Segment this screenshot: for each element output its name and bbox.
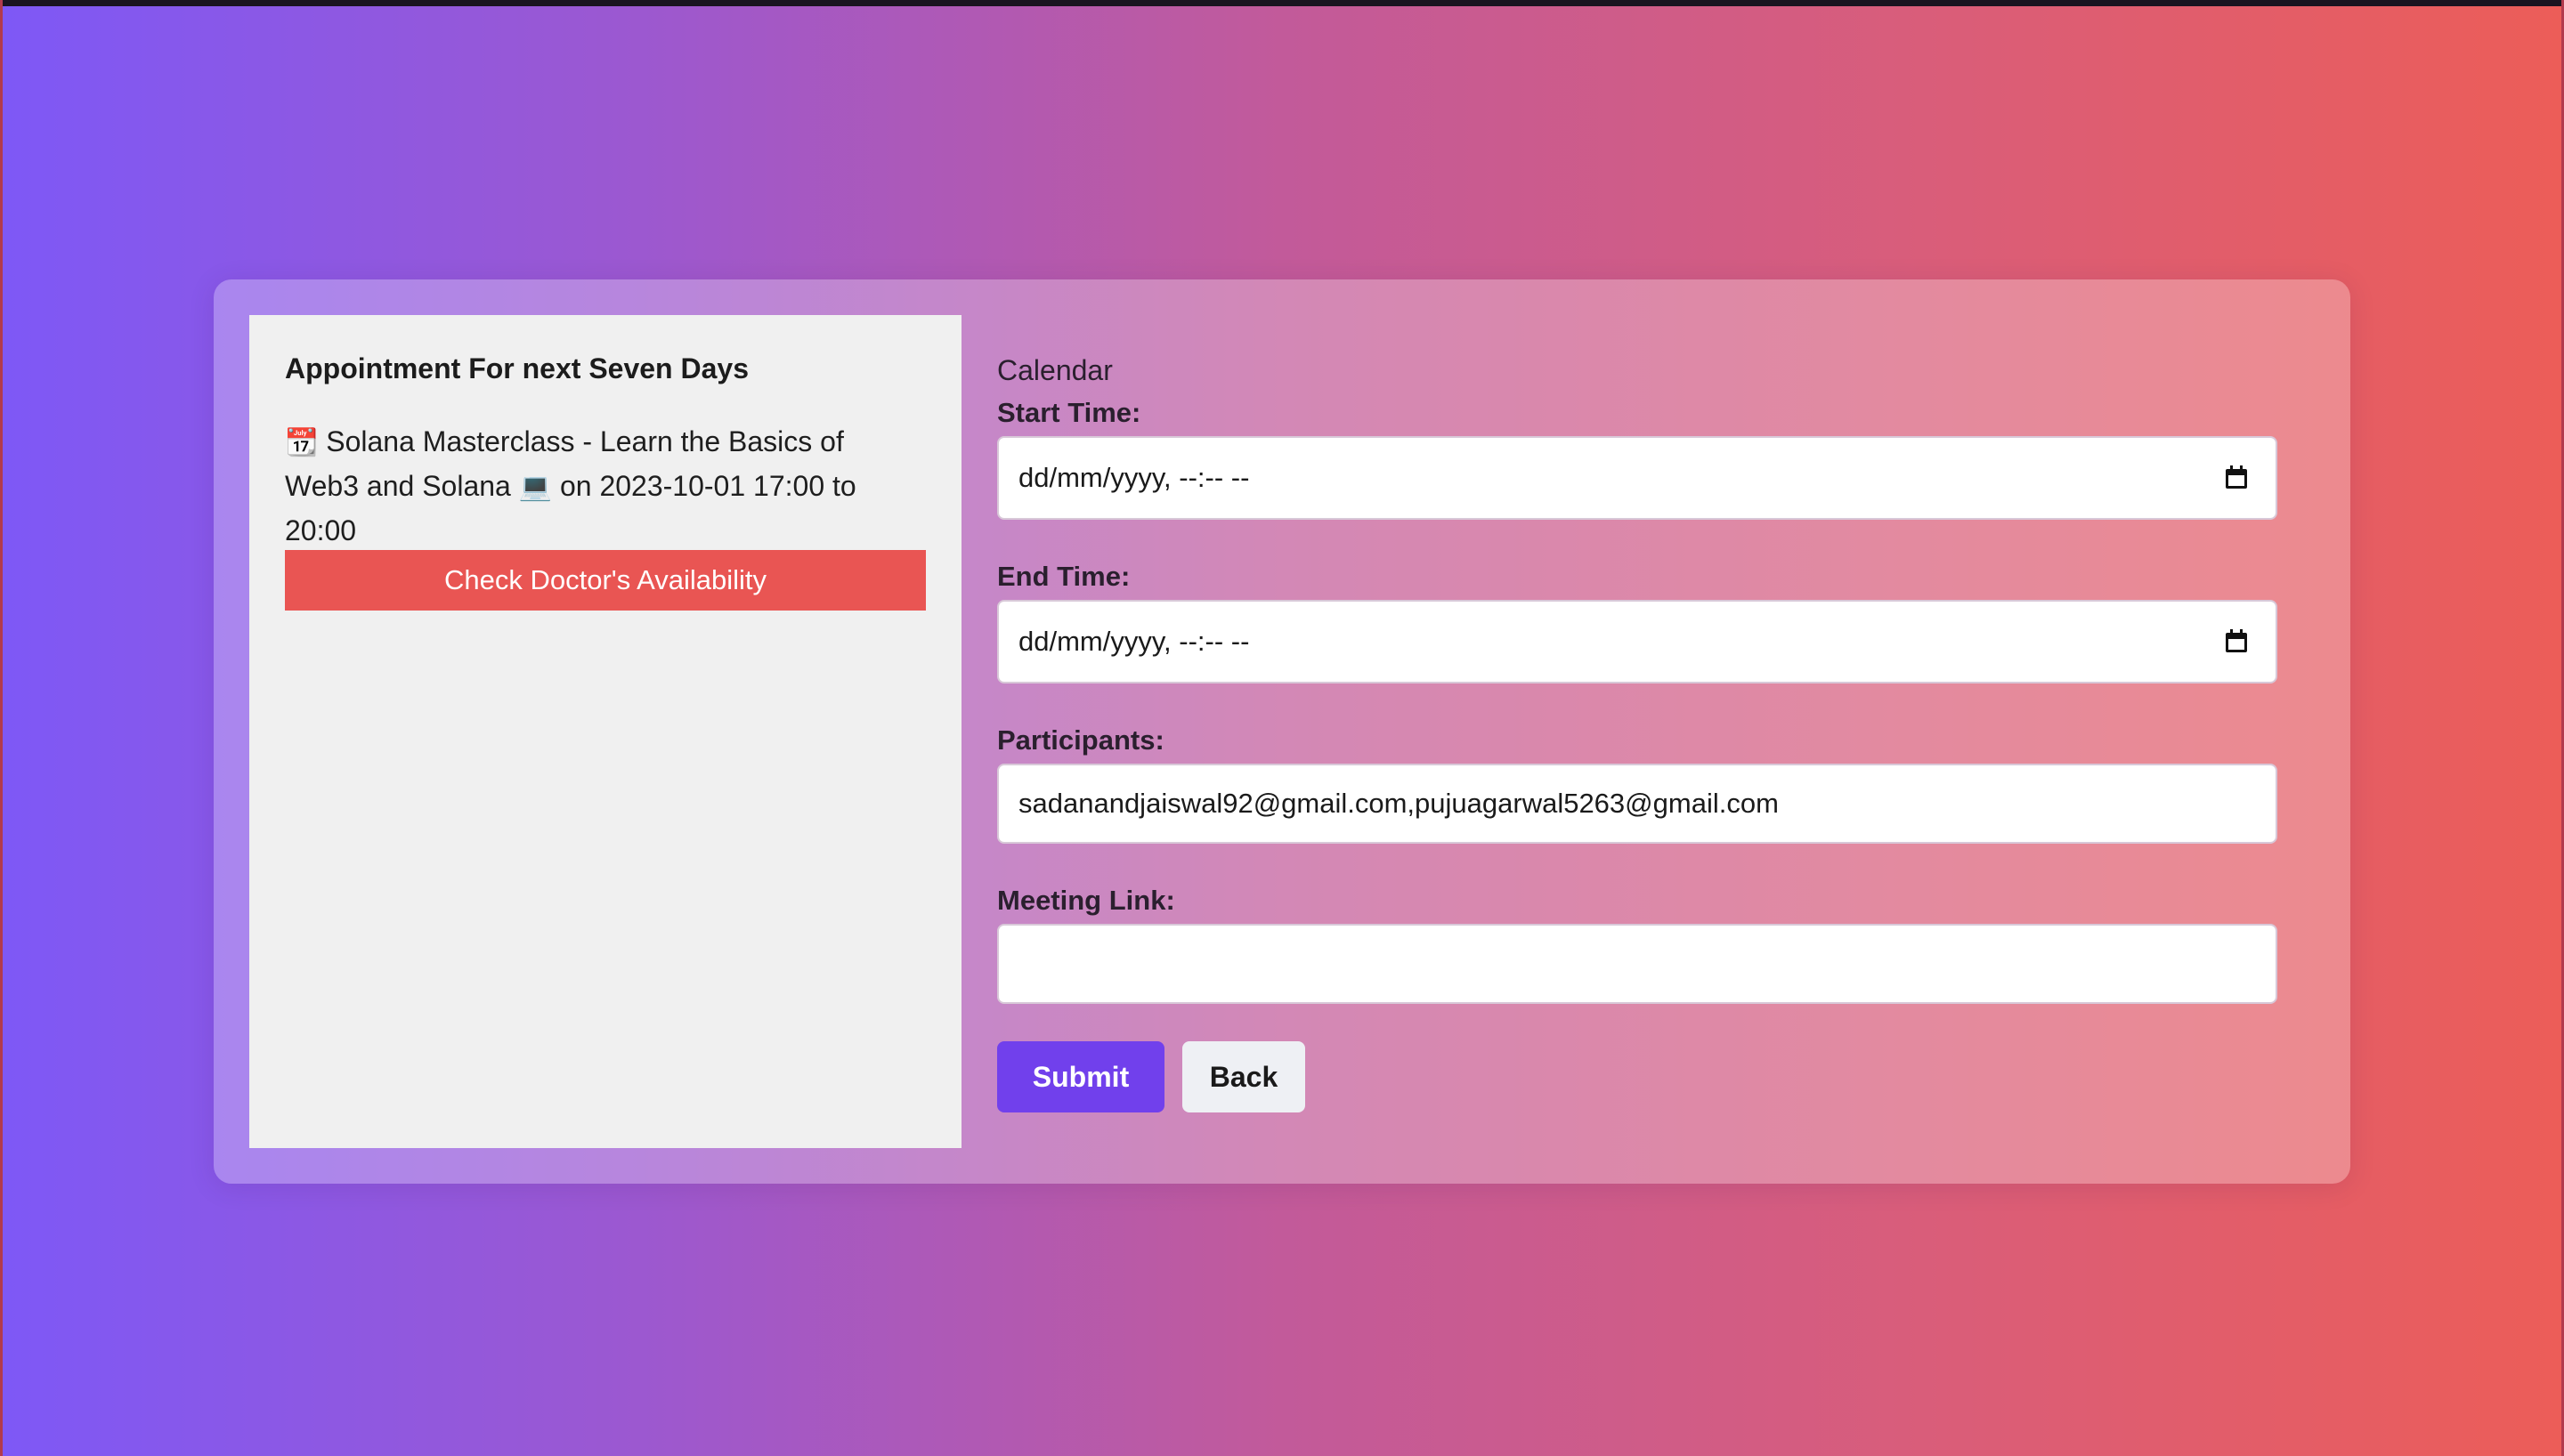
calendar-picker-icon[interactable] xyxy=(2224,629,2249,654)
calendar-icon: 📆 xyxy=(285,427,319,458)
meeting-link-input[interactable] xyxy=(997,924,2277,1004)
start-time-value: dd/mm/yyyy, --:-- -- xyxy=(1018,462,1250,493)
end-time-input[interactable]: dd/mm/yyyy, --:-- -- xyxy=(997,600,2277,684)
back-button[interactable]: Back xyxy=(1182,1041,1305,1112)
meeting-link-label: Meeting Link: xyxy=(997,885,1175,916)
submit-button[interactable]: Submit xyxy=(997,1041,1164,1112)
appointments-title: Appointment For next Seven Days xyxy=(285,352,749,384)
calendar-form: Calendar Start Time: dd/mm/yyyy, --:-- -… xyxy=(997,279,2279,1184)
participants-label: Participants: xyxy=(997,724,1164,756)
end-time-value: dd/mm/yyyy, --:-- -- xyxy=(1018,626,1250,657)
appointment-item: 📆 Solana Masterclass - Learn the Basics … xyxy=(285,420,908,552)
check-availability-button[interactable]: Check Doctor's Availability xyxy=(285,550,926,611)
form-heading: Calendar xyxy=(997,354,1113,386)
top-edge-bar xyxy=(0,0,2564,6)
appointments-panel: Appointment For next Seven Days 📆 Solana… xyxy=(249,315,961,1148)
end-time-label: End Time: xyxy=(997,561,1131,592)
participants-input[interactable]: sadanandjaiswal92@gmail.com,pujuagarwal5… xyxy=(997,764,2277,844)
participants-value: sadanandjaiswal92@gmail.com,pujuagarwal5… xyxy=(1018,788,1779,819)
laptop-icon: 💻 xyxy=(518,472,553,503)
start-time-label: Start Time: xyxy=(997,397,1141,428)
window-edge-left xyxy=(0,0,3,1456)
calendar-picker-icon[interactable] xyxy=(2224,465,2249,490)
start-time-input[interactable]: dd/mm/yyyy, --:-- -- xyxy=(997,436,2277,520)
main-card: Appointment For next Seven Days 📆 Solana… xyxy=(214,279,2350,1184)
